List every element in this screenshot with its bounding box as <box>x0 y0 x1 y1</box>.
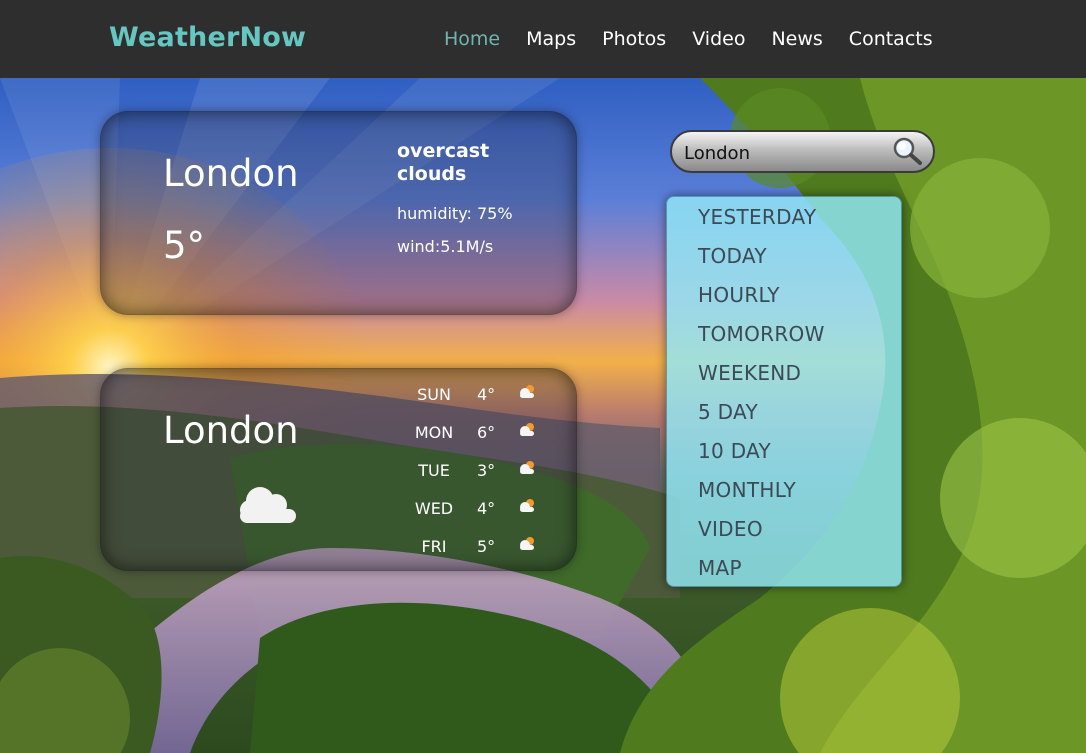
forecast-temp: 5° <box>477 537 496 556</box>
menu-item-today[interactable]: TODAY <box>698 244 767 268</box>
current-city: London <box>163 152 299 195</box>
forecast-temp: 3° <box>477 461 496 480</box>
menu-item-video[interactable]: VIDEO <box>698 517 763 541</box>
search-input[interactable] <box>682 138 886 168</box>
nav-contacts[interactable]: Contacts <box>849 28 933 50</box>
menu-item-5-day[interactable]: 5 DAY <box>698 400 758 424</box>
forecast-day: MON <box>414 423 454 442</box>
site-logo[interactable]: WeatherNow <box>109 22 306 53</box>
forecast-row: FRI 5° <box>401 537 561 575</box>
current-condition: overcast clouds <box>397 140 490 185</box>
cloud-sun-icon <box>517 459 537 481</box>
forecast-row: MON 6° <box>401 423 561 461</box>
top-header: WeatherNow Home Maps Photos Video News C… <box>0 0 1086 78</box>
cloud-icon <box>236 481 300 529</box>
forecast-temp: 4° <box>477 499 496 518</box>
forecast-day: WED <box>414 499 454 518</box>
current-humidity: humidity: 75% <box>397 204 513 223</box>
menu-item-tomorrow[interactable]: TOMORROW <box>698 322 825 346</box>
current-wind: wind:5.1M/s <box>397 237 494 256</box>
menu-item-yesterday[interactable]: YESTERDAY <box>698 205 816 229</box>
forecast-day: FRI <box>421 537 447 556</box>
forecast-panel: London SUN 4° MON 6° TUE 3° WED 4° FRI 5… <box>100 368 577 571</box>
cloud-sun-icon <box>517 535 537 557</box>
search-box <box>670 130 935 173</box>
cloud-sun-icon <box>517 421 537 443</box>
forecast-menu: YESTERDAY TODAY HOURLY TOMORROW WEEKEND … <box>666 196 902 587</box>
forecast-row: SUN 4° <box>401 385 561 423</box>
forecast-temp: 4° <box>477 385 496 404</box>
menu-item-hourly[interactable]: HOURLY <box>698 283 780 307</box>
menu-item-monthly[interactable]: MONTHLY <box>698 478 796 502</box>
menu-item-10-day[interactable]: 10 DAY <box>698 439 771 463</box>
cloud-sun-icon <box>517 383 537 405</box>
current-temperature: 5° <box>163 224 206 267</box>
menu-item-weekend[interactable]: WEEKEND <box>698 361 801 385</box>
search-icon[interactable] <box>891 136 925 170</box>
nav-maps[interactable]: Maps <box>526 28 576 50</box>
main-nav: Home Maps Photos Video News Contacts <box>444 28 959 50</box>
forecast-city: London <box>163 409 299 452</box>
cloud-sun-icon <box>517 497 537 519</box>
forecast-row: WED 4° <box>401 499 561 537</box>
nav-video[interactable]: Video <box>692 28 745 50</box>
menu-item-map[interactable]: MAP <box>698 556 742 580</box>
forecast-temp: 6° <box>477 423 496 442</box>
nav-home[interactable]: Home <box>444 28 500 50</box>
nav-news[interactable]: News <box>771 28 822 50</box>
forecast-row: TUE 3° <box>401 461 561 499</box>
current-weather-panel: London 5° overcast clouds humidity: 75% … <box>100 111 577 315</box>
nav-photos[interactable]: Photos <box>602 28 666 50</box>
forecast-day: TUE <box>418 461 450 480</box>
forecast-day: SUN <box>417 385 451 404</box>
